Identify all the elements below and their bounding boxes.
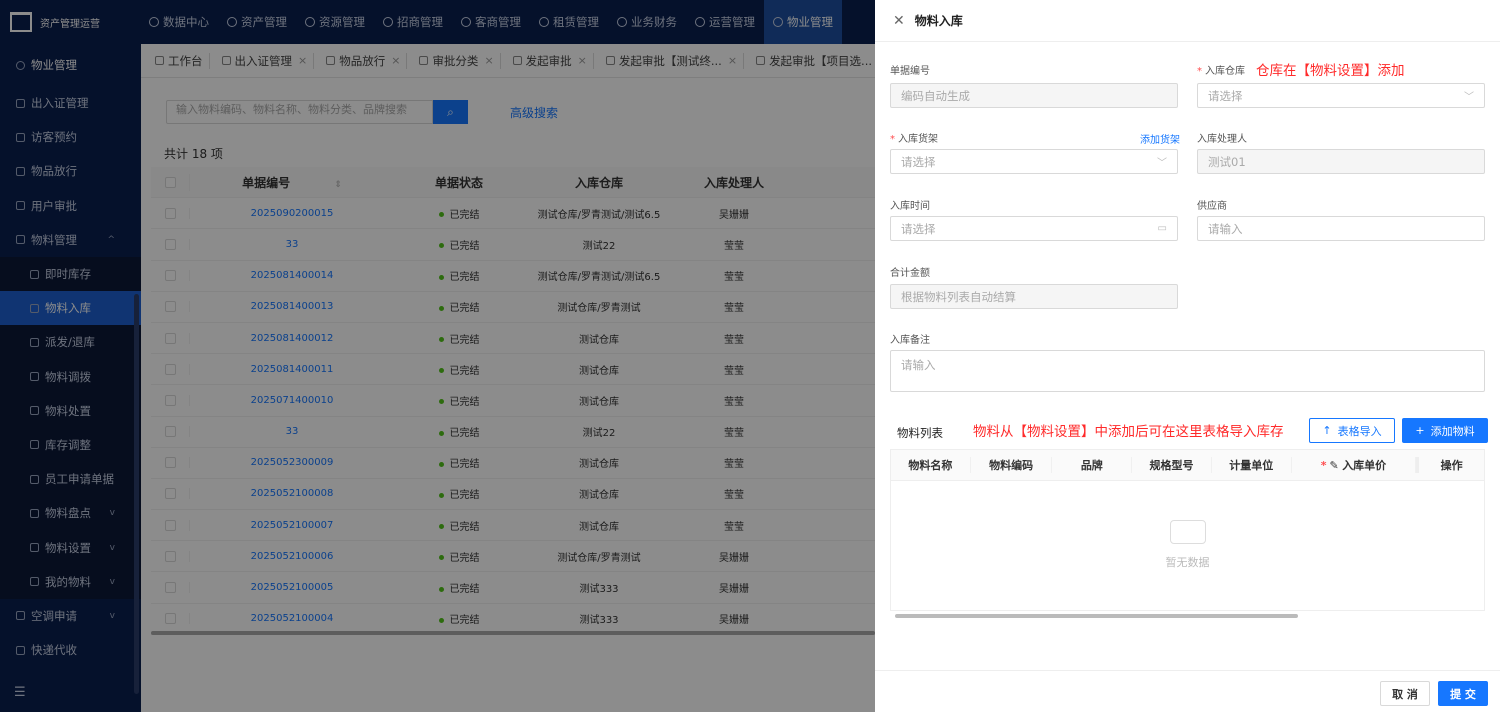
import-table-button[interactable]: ↑ 表格导入	[1309, 418, 1395, 443]
handler-field: 测试01	[1197, 149, 1485, 174]
modal-mask[interactable]	[0, 0, 875, 712]
shelf-label: * 入库货架	[890, 134, 938, 145]
plus-icon: +	[1415, 424, 1425, 437]
warehouse-select[interactable]: 请选择 ﹀	[1197, 83, 1485, 108]
remark-textarea[interactable]: 请输入	[890, 350, 1485, 392]
chevron-down-icon: ﹀	[1464, 92, 1474, 103]
doc-no-label: 单据编号	[890, 66, 930, 77]
col-unit-price: * ✎ 入库单价	[1292, 457, 1417, 473]
empty-state: 暂无数据	[891, 520, 1484, 570]
amount-field: 根据物料列表自动结算	[890, 284, 1178, 309]
shelf-select[interactable]: 请选择 ﹀	[890, 149, 1178, 174]
warehouse-label: * 入库仓库	[1197, 66, 1245, 77]
supplier-input[interactable]: 请输入	[1197, 216, 1485, 241]
material-list-label: 物料列表	[897, 426, 943, 440]
material-list-note: 物料从【物料设置】中添加后可在这里表格导入库存	[973, 424, 1284, 440]
col-unit: 计量单位	[1212, 457, 1292, 473]
material-table: 物料名称 物料编码 品牌 规格型号 计量单位 * ✎ 入库单价 操作 暂无数据	[890, 449, 1485, 611]
empty-inbox-icon	[1169, 520, 1206, 544]
time-picker[interactable]: 请选择 ▭	[890, 216, 1178, 241]
col-material-code: 物料编码	[971, 457, 1053, 473]
submit-button[interactable]: 提 交	[1438, 681, 1488, 706]
supplier-label: 供应商	[1197, 201, 1227, 212]
upload-icon: ↑	[1322, 424, 1332, 437]
drawer-footer: 取 消 提 交	[875, 670, 1500, 712]
warehouse-note: 仓库在【物料设置】添加	[1256, 63, 1405, 79]
col-action: 操作	[1416, 457, 1484, 473]
cancel-button[interactable]: 取 消	[1380, 681, 1430, 706]
drawer-header: ✕ 物料入库	[875, 0, 1500, 42]
add-shelf-link[interactable]: 添加货架	[1140, 131, 1180, 146]
doc-no-field: 编码自动生成	[890, 83, 1178, 108]
material-table-scrollbar[interactable]	[895, 614, 1298, 618]
stock-in-drawer: ✕ 物料入库 单据编号 编码自动生成 * 入库仓库 仓库在【物料设置】添加 请选择…	[875, 0, 1500, 712]
col-spec: 规格型号	[1132, 457, 1212, 473]
chevron-down-icon: ﹀	[1157, 158, 1167, 169]
drawer-title: 物料入库	[914, 14, 963, 28]
calendar-icon: ▭	[1157, 223, 1167, 234]
time-label: 入库时间	[890, 201, 930, 212]
amount-label: 合计金额	[890, 268, 930, 279]
close-icon[interactable]: ✕	[893, 13, 905, 29]
material-table-header: 物料名称 物料编码 品牌 规格型号 计量单位 * ✎ 入库单价 操作	[891, 450, 1484, 481]
edit-icon: ✎	[1329, 459, 1343, 472]
col-brand: 品牌	[1052, 457, 1133, 473]
remark-label: 入库备注	[890, 335, 930, 346]
add-material-button[interactable]: + 添加物料	[1402, 418, 1488, 443]
handler-label: 入库处理人	[1197, 134, 1247, 145]
col-material-name: 物料名称	[891, 457, 971, 473]
empty-text: 暂无数据	[1165, 556, 1210, 569]
